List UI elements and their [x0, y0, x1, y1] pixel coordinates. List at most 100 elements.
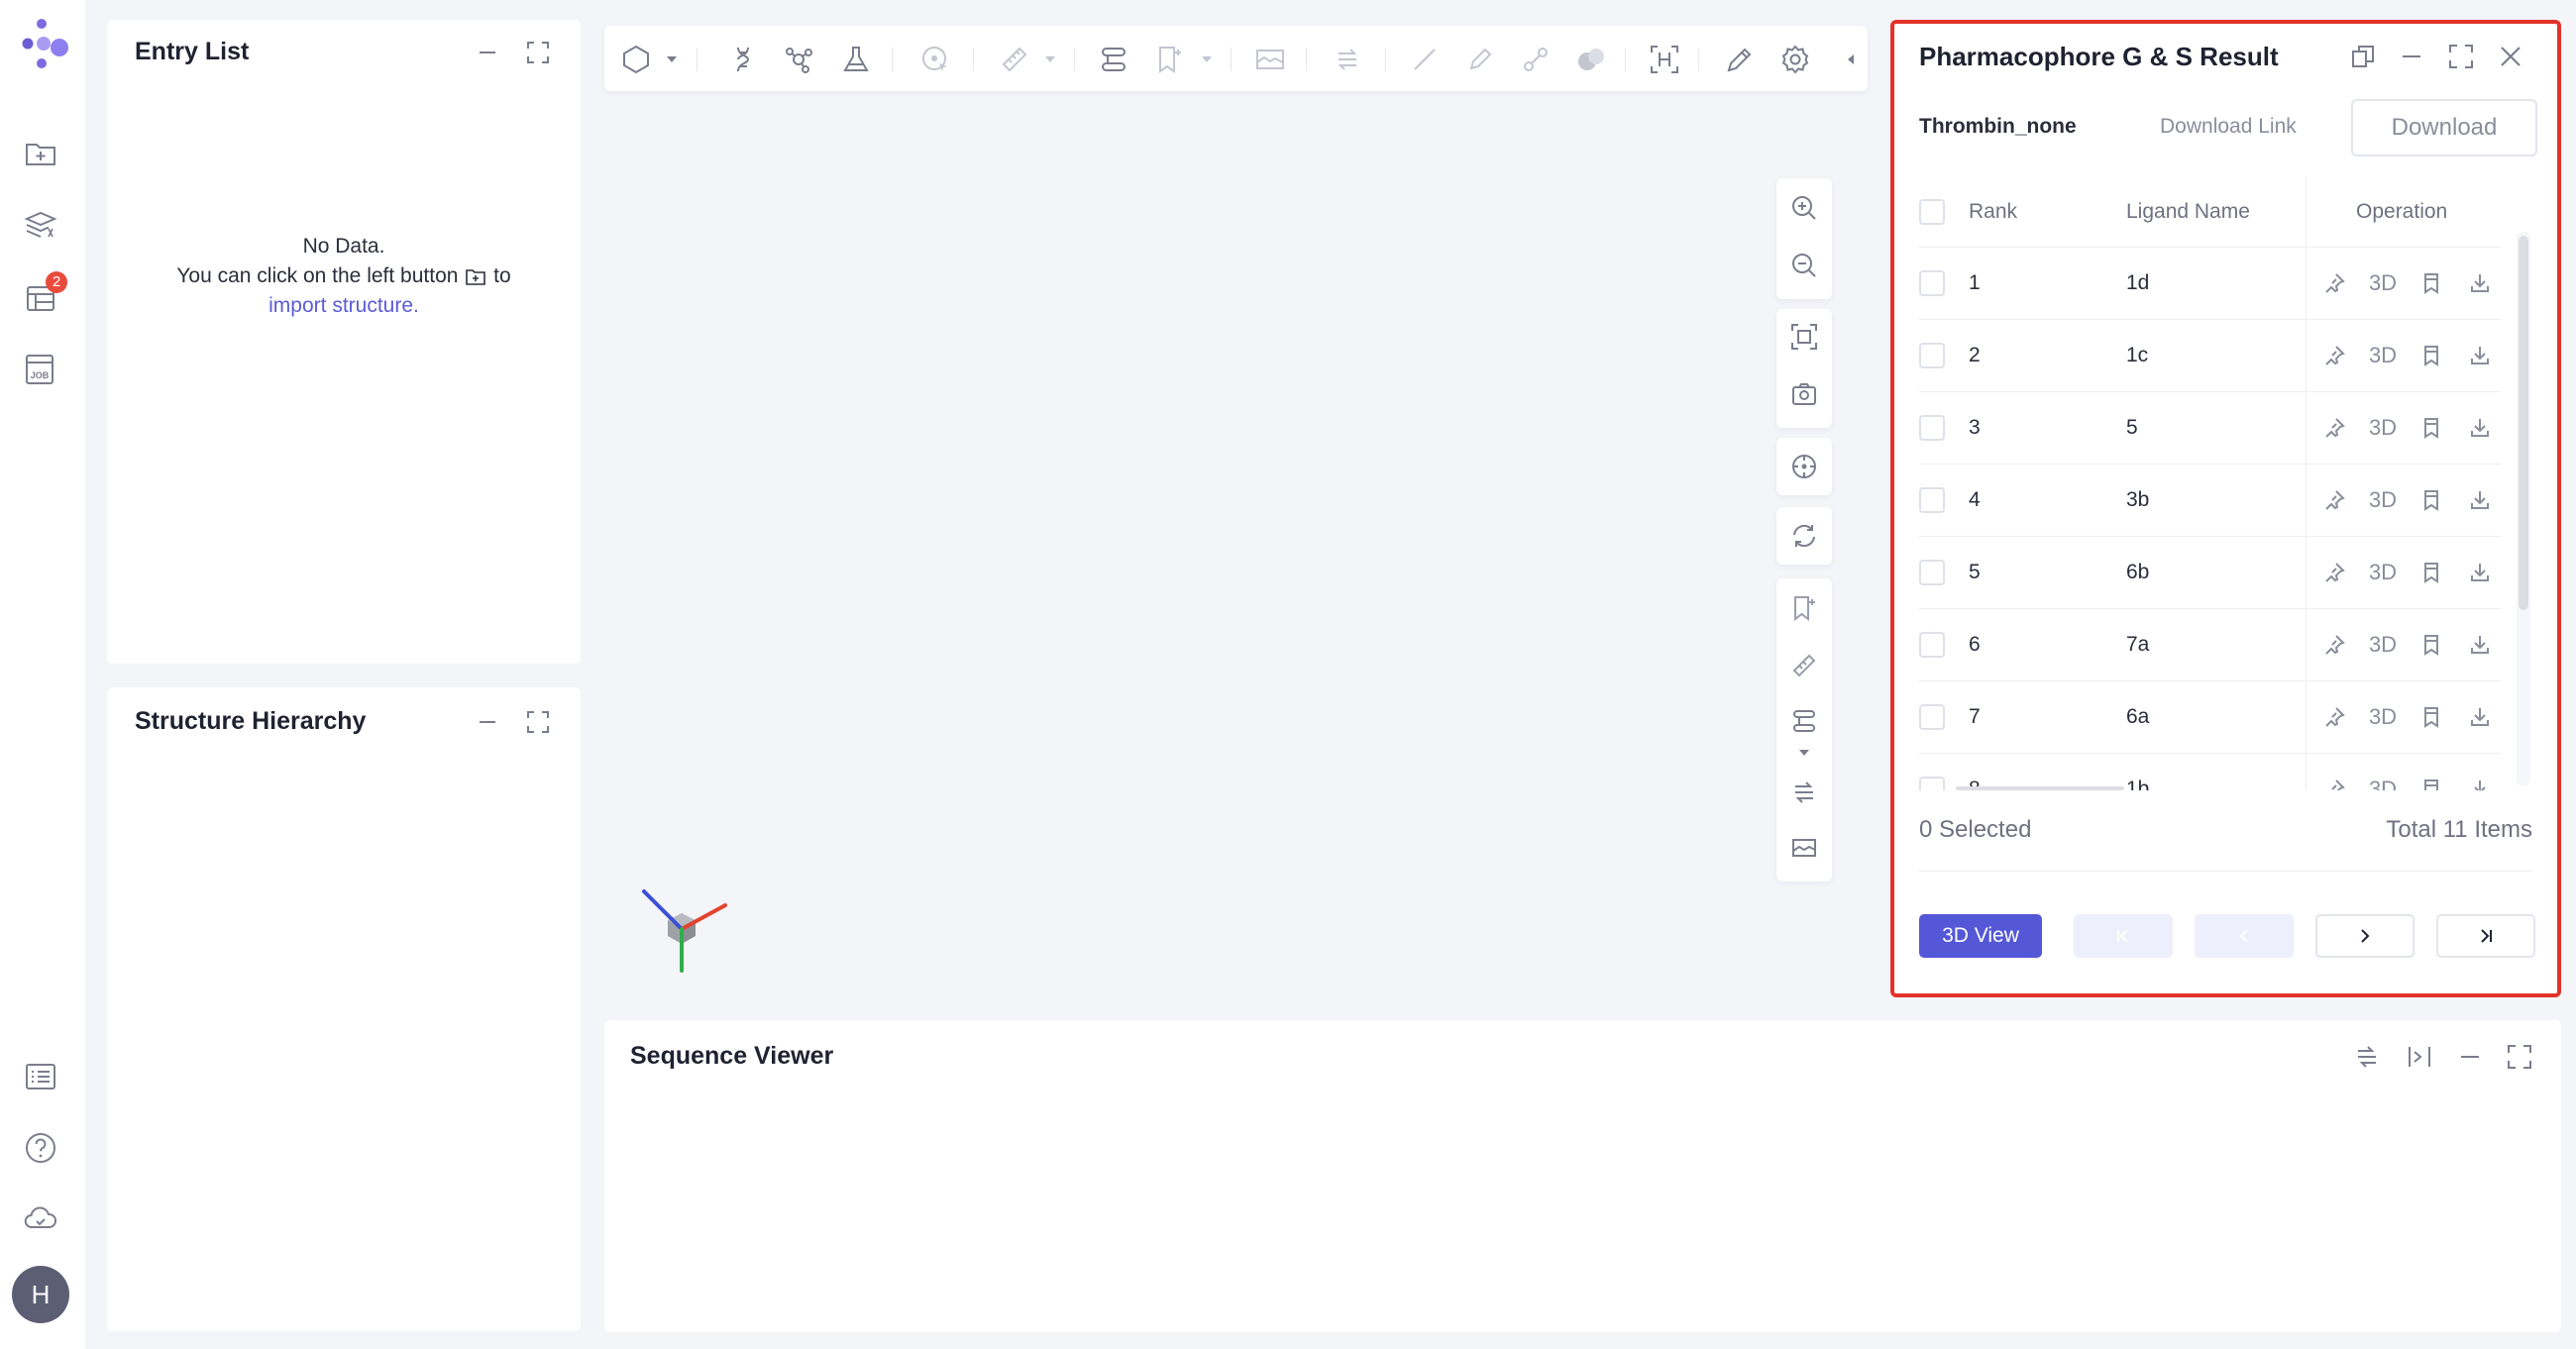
screenshot-button[interactable]	[1786, 376, 1822, 412]
align-sequence-button[interactable]	[2403, 1040, 2436, 1074]
download-link[interactable]: Download Link	[2160, 115, 2297, 139]
horizontal-scrollbar[interactable]	[1956, 786, 2124, 790]
row-checkbox[interactable]	[1919, 487, 1945, 513]
download-button[interactable]: Download	[2351, 99, 2537, 156]
download-row-button[interactable]	[2466, 269, 2494, 297]
molecule-button[interactable]	[781, 42, 816, 77]
maximize-button[interactable]	[523, 707, 553, 737]
view-3d-button[interactable]: 3D	[2363, 342, 2403, 369]
align-button[interactable]	[1096, 42, 1131, 77]
pin-button[interactable]	[2320, 559, 2348, 586]
surface-button[interactable]	[1573, 42, 1609, 77]
pin-button[interactable]	[2320, 703, 2348, 731]
measure-button[interactable]	[997, 42, 1032, 77]
close-button[interactable]	[2494, 40, 2527, 73]
help-button[interactable]	[20, 1127, 61, 1169]
first-page-button[interactable]	[2074, 914, 2173, 958]
bookmark-add-button[interactable]	[1786, 590, 1822, 626]
table-row[interactable]: 5 6b 3D	[1919, 537, 2501, 609]
3d-view-button[interactable]: 3D View	[1919, 914, 2042, 958]
previous-page-button[interactable]	[2195, 914, 2294, 958]
pin-button[interactable]	[2320, 414, 2348, 442]
minimize-button[interactable]	[473, 707, 502, 737]
maximize-button[interactable]	[2444, 40, 2478, 73]
view-3d-button[interactable]: 3D	[2363, 269, 2403, 297]
hydrogen-button[interactable]	[1647, 42, 1682, 77]
import-structure-button[interactable]	[20, 133, 61, 174]
cloud-button[interactable]	[20, 1198, 61, 1240]
align-tool-button[interactable]	[1786, 703, 1822, 739]
edit-button[interactable]	[1722, 42, 1758, 77]
list-view-button[interactable]	[20, 1056, 61, 1097]
pin-button[interactable]	[2320, 776, 2348, 790]
detach-button[interactable]	[2346, 40, 2380, 73]
download-row-button[interactable]	[2466, 342, 2494, 369]
center-button[interactable]	[1786, 449, 1822, 484]
zoom-out-button[interactable]	[1786, 248, 1822, 283]
pin-button[interactable]	[2320, 342, 2348, 369]
row-checkbox[interactable]	[1919, 415, 1945, 441]
bookmark-button[interactable]	[2417, 486, 2445, 514]
bookmark-button[interactable]	[2417, 559, 2445, 586]
superpose-tool-button[interactable]	[1786, 775, 1822, 810]
surface-map-button[interactable]	[1252, 42, 1288, 77]
view-3d-button[interactable]: 3D	[2363, 486, 2403, 514]
avatar[interactable]: H	[12, 1266, 69, 1323]
table-row[interactable]: 2 1c 3D	[1919, 320, 2501, 392]
layers-button[interactable]	[20, 204, 61, 246]
view-3d-button[interactable]: 3D	[2363, 776, 2403, 790]
flask-button[interactable]	[838, 42, 874, 77]
last-page-button[interactable]	[2436, 914, 2535, 958]
bookmark-button[interactable]	[2417, 414, 2445, 442]
table-row[interactable]: 8 1b 3D	[1919, 754, 2501, 790]
table-button[interactable]: 2	[20, 271, 67, 319]
settings-button[interactable]	[1777, 42, 1813, 77]
table-row[interactable]: 7 6a 3D	[1919, 681, 2501, 754]
bookmark-button[interactable]	[2417, 342, 2445, 369]
table-row[interactable]: 3 5 3D	[1919, 392, 2501, 465]
vertical-scrollbar[interactable]	[2519, 236, 2528, 610]
row-checkbox[interactable]	[1919, 560, 1945, 585]
table-row[interactable]: 6 7a 3D	[1919, 609, 2501, 681]
maximize-button[interactable]	[2503, 1040, 2536, 1074]
toolbar-collapse-button[interactable]	[1843, 52, 1859, 67]
download-row-button[interactable]	[2466, 414, 2494, 442]
align-dropdown-caret[interactable]	[1786, 743, 1822, 763]
line-button[interactable]	[1407, 42, 1443, 77]
superpose-sequence-button[interactable]	[2350, 1040, 2384, 1074]
bookmark-button[interactable]	[2417, 703, 2445, 731]
pin-button[interactable]	[2320, 269, 2348, 297]
minimize-button[interactable]	[2395, 40, 2428, 73]
download-row-button[interactable]	[2466, 486, 2494, 514]
table-row[interactable]: 1 1d 3D	[1919, 248, 2501, 320]
select-all-checkbox[interactable]	[1919, 199, 1945, 225]
bookmark-button[interactable]	[2417, 631, 2445, 659]
row-checkbox[interactable]	[1919, 632, 1945, 658]
maximize-button[interactable]	[523, 38, 553, 67]
target-select-button[interactable]	[917, 42, 953, 77]
superpose-button[interactable]	[1330, 42, 1365, 77]
minimize-button[interactable]	[473, 38, 502, 67]
measure-dropdown-caret[interactable]	[1042, 52, 1058, 67]
bookmark-button[interactable]	[2417, 269, 2445, 297]
dna-button[interactable]	[725, 42, 761, 77]
bookmark-button[interactable]	[2417, 776, 2445, 790]
download-row-button[interactable]	[2466, 776, 2494, 790]
measure-tool-button[interactable]	[1786, 648, 1822, 683]
bookmark-button[interactable]	[1151, 42, 1187, 77]
jobs-button[interactable]: JOB	[20, 349, 61, 390]
download-row-button[interactable]	[2466, 703, 2494, 731]
table-row[interactable]: 4 3b 3D	[1919, 465, 2501, 537]
row-checkbox[interactable]	[1919, 343, 1945, 368]
row-checkbox[interactable]	[1919, 270, 1945, 296]
minimize-button[interactable]	[2453, 1040, 2487, 1074]
pen-button[interactable]	[1462, 42, 1498, 77]
row-checkbox[interactable]	[1919, 704, 1945, 730]
fit-view-button[interactable]	[1786, 319, 1822, 355]
row-checkbox[interactable]	[1919, 777, 1945, 790]
download-row-button[interactable]	[2466, 559, 2494, 586]
rotate-button[interactable]	[1786, 518, 1822, 554]
style-button[interactable]	[618, 42, 654, 77]
style-dropdown-caret[interactable]	[664, 52, 680, 67]
import-structure-link[interactable]: import structure.	[107, 291, 581, 321]
